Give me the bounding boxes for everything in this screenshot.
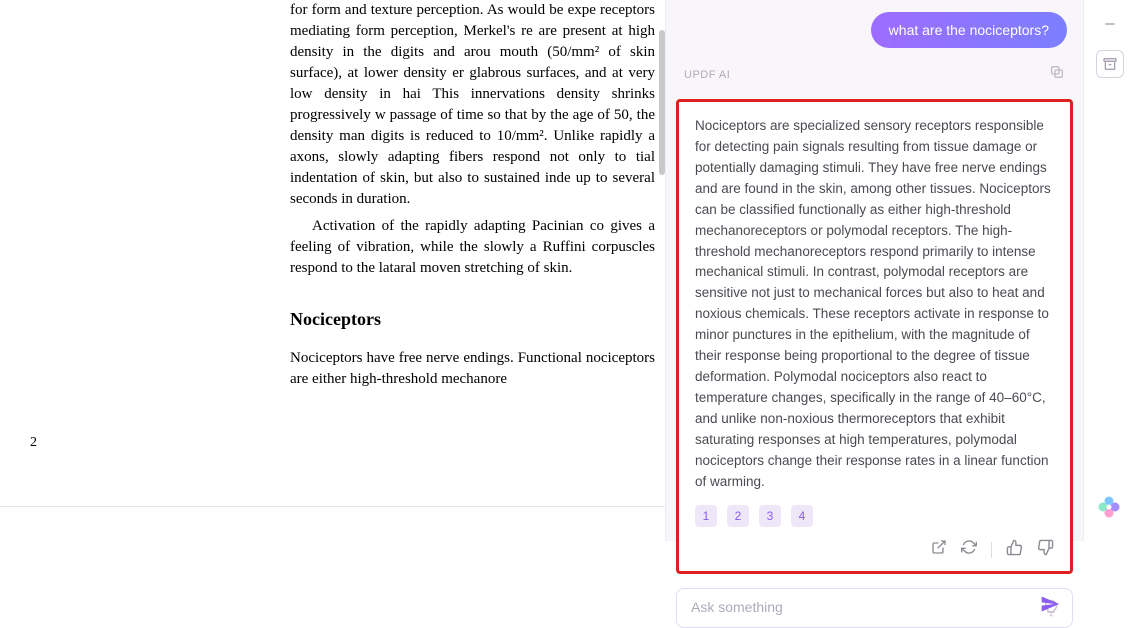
app-logo-icon[interactable] (1095, 493, 1123, 521)
chat-input[interactable] (691, 599, 1021, 615)
chat-input-area (676, 588, 1073, 628)
archive-icon[interactable] (1096, 50, 1124, 78)
document-panel: for form and texture perception. As woul… (0, 0, 665, 541)
reference-chips: 1 2 3 4 (695, 505, 1054, 527)
ai-label-row: UPDF AI (682, 64, 1067, 85)
user-message-bubble: what are the nociceptors? (871, 12, 1067, 48)
doc-paragraph: Activation of the rapidly adapting Pacin… (290, 216, 655, 279)
send-icon[interactable] (1040, 594, 1060, 619)
reference-chip[interactable]: 2 (727, 505, 749, 527)
copy-icon[interactable] (1049, 64, 1065, 85)
chat-header: what are the nociceptors? UPDF AI (666, 0, 1083, 93)
action-separator (991, 542, 992, 558)
doc-section-heading: Nociceptors (290, 307, 655, 332)
doc-footer-divider (0, 506, 665, 507)
ai-response-box: Nociceptors are specialized sensory rece… (676, 99, 1073, 574)
reference-chip[interactable]: 4 (791, 505, 813, 527)
doc-paragraph: for form and texture perception. As woul… (290, 0, 655, 210)
right-rail (1083, 0, 1135, 541)
thumbs-down-icon[interactable] (1037, 539, 1054, 561)
doc-paragraph: Nociceptors have free nerve endings. Fun… (290, 348, 655, 390)
thumbs-up-icon[interactable] (1006, 539, 1023, 561)
reference-chip[interactable]: 3 (759, 505, 781, 527)
refresh-icon[interactable] (961, 539, 977, 560)
reference-chip[interactable]: 1 (695, 505, 717, 527)
ai-response-text: Nociceptors are specialized sensory rece… (695, 116, 1054, 493)
minimize-icon[interactable] (1096, 10, 1124, 38)
ai-label: UPDF AI (684, 69, 730, 81)
open-external-icon[interactable] (931, 539, 947, 560)
chat-panel: what are the nociceptors? UPDF AI Nocice… (665, 0, 1083, 541)
response-actions (695, 539, 1054, 561)
page-number: 2 (30, 435, 37, 451)
document-content: for form and texture perception. As woul… (0, 0, 665, 390)
